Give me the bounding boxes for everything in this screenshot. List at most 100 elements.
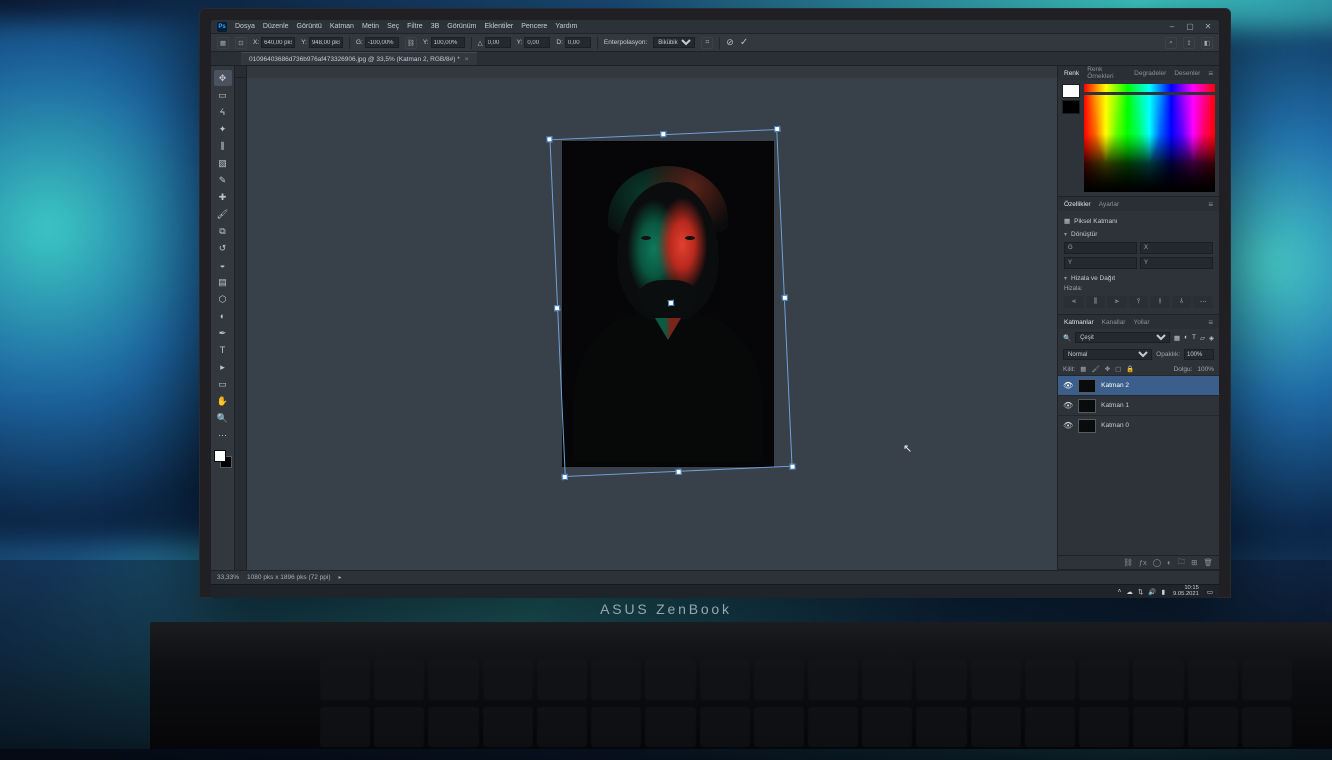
lock-all-icon[interactable]: 🔒 xyxy=(1126,365,1134,373)
layer-thumbnail[interactable] xyxy=(1078,399,1096,413)
link-layers-icon[interactable]: ⛓ xyxy=(1123,558,1133,567)
dodge-tool[interactable]: ◐ xyxy=(214,308,232,324)
lock-position-icon[interactable]: ✥ xyxy=(1105,365,1110,373)
tab-adjustments[interactable]: Ayarlar xyxy=(1099,201,1119,208)
link-wh-icon[interactable]: ⛓ xyxy=(405,37,417,49)
reference-point-icon[interactable]: ⊡ xyxy=(235,37,247,49)
tray-cloud-icon[interactable]: ☁ xyxy=(1126,588,1133,596)
tab-properties[interactable]: Özellikler xyxy=(1064,201,1091,208)
filter-pixel-icon[interactable]: ▦ xyxy=(1174,334,1180,342)
opt-interp-select[interactable]: Bikübik xyxy=(653,37,695,48)
close-tab-icon[interactable]: × xyxy=(465,56,469,63)
tray-volume-icon[interactable]: 🔊 xyxy=(1148,588,1156,596)
tray-battery-icon[interactable]: ▮ xyxy=(1161,588,1165,596)
warp-icon[interactable]: ⌗ xyxy=(701,37,713,49)
shape-tool[interactable]: ▭ xyxy=(214,376,232,392)
align-right-icon[interactable]: ⫸ xyxy=(1107,296,1127,308)
window-maximize[interactable]: ▢ xyxy=(1185,22,1195,32)
blend-mode-select[interactable]: Normal xyxy=(1063,349,1152,360)
opt-h-input[interactable] xyxy=(431,37,465,48)
tray-wifi-icon[interactable]: ⇅ xyxy=(1138,588,1143,596)
cancel-transform-button[interactable]: ⊘ xyxy=(726,37,734,48)
adjustment-layer-icon[interactable]: ◐ xyxy=(1167,558,1172,567)
tab-paths[interactable]: Yollar xyxy=(1133,319,1149,326)
menu-file[interactable]: Dosya xyxy=(235,23,255,30)
brush-tool[interactable]: 🖌 xyxy=(214,206,232,222)
opt-skewh-input[interactable] xyxy=(524,37,550,48)
commit-transform-button[interactable]: ✓ xyxy=(740,37,748,48)
handle-mid-left[interactable] xyxy=(554,305,560,311)
layer-thumbnail[interactable] xyxy=(1078,379,1096,393)
layer-thumbnail[interactable] xyxy=(1078,419,1096,433)
menu-type[interactable]: Metin xyxy=(362,23,379,30)
group-icon[interactable]: 🗀 xyxy=(1178,556,1186,569)
eyedropper-tool[interactable]: ✎ xyxy=(214,172,232,188)
handle-bottom-mid[interactable] xyxy=(676,469,682,475)
ruler-origin[interactable] xyxy=(235,66,247,78)
handle-bottom-left[interactable] xyxy=(562,474,568,480)
hand-tool[interactable]: ✋ xyxy=(214,393,232,409)
type-tool[interactable]: T xyxy=(214,342,232,358)
gradient-tool[interactable]: ▤ xyxy=(214,274,232,290)
align-section-header[interactable]: Hizala ve Dağıt xyxy=(1064,275,1213,282)
visibility-icon[interactable]: 👁 xyxy=(1063,401,1073,410)
menu-edit[interactable]: Düzenle xyxy=(263,23,289,30)
prop-y[interactable]: Y xyxy=(1140,257,1213,269)
panel-foreground-swatch[interactable] xyxy=(1062,84,1080,98)
window-close[interactable]: ✕ xyxy=(1203,22,1213,32)
visibility-icon[interactable]: 👁 xyxy=(1063,381,1073,390)
menu-window[interactable]: Pencere xyxy=(521,23,547,30)
filter-smart-icon[interactable]: ◈ xyxy=(1209,334,1214,342)
blur-tool[interactable]: ⬡ xyxy=(214,291,232,307)
menu-view[interactable]: Görünüm xyxy=(447,23,476,30)
marquee-tool[interactable]: ▭ xyxy=(214,87,232,103)
tray-chevron-icon[interactable]: ˄ xyxy=(1118,588,1122,595)
color-spectrum[interactable] xyxy=(1084,95,1215,192)
align-vcenter-icon[interactable]: ⫲ xyxy=(1150,296,1170,308)
healing-tool[interactable]: ✚ xyxy=(214,189,232,205)
document-tab[interactable]: 01096403686d736b976af473326906.jpg @ 33,… xyxy=(241,52,477,65)
panel-menu-icon[interactable]: ≡ xyxy=(1208,318,1213,327)
align-more-icon[interactable]: ⋯ xyxy=(1193,296,1213,308)
edit-toolbar-icon[interactable]: ⋯ xyxy=(214,427,232,443)
tab-layers[interactable]: Katmanlar xyxy=(1064,319,1094,326)
new-layer-icon[interactable]: ⊞ xyxy=(1191,558,1197,567)
tab-swatches[interactable]: Renk Örnekleri xyxy=(1087,66,1126,80)
opt-x-input[interactable] xyxy=(261,37,295,48)
workspace-icon[interactable]: ◧ xyxy=(1201,37,1213,49)
path-select-tool[interactable]: ▸ xyxy=(214,359,232,375)
opt-w-input[interactable] xyxy=(365,37,399,48)
document-info[interactable]: 1080 pks x 1896 pks (72 ppi) xyxy=(247,574,330,581)
menu-filter[interactable]: Filtre xyxy=(407,23,423,30)
visibility-icon[interactable]: 👁 xyxy=(1063,421,1073,430)
menu-layer[interactable]: Katman xyxy=(330,23,354,30)
transform-tool-icon[interactable]: ▦ xyxy=(217,37,229,49)
clone-tool[interactable]: ⧉ xyxy=(214,223,232,239)
align-bottom-icon[interactable]: ⫰ xyxy=(1172,296,1192,308)
search-icon[interactable]: ⌕ xyxy=(1165,37,1177,49)
tab-color[interactable]: Renk xyxy=(1064,70,1079,77)
panel-menu-icon[interactable]: ≡ xyxy=(1208,69,1213,78)
filter-kind-icon[interactable]: 🔍 xyxy=(1063,334,1071,342)
hue-strip[interactable] xyxy=(1084,84,1215,92)
prop-height[interactable]: Y xyxy=(1064,257,1137,269)
lock-artboard-icon[interactable]: ▢ xyxy=(1115,365,1121,373)
transform-section-header[interactable]: Dönüştür xyxy=(1064,231,1213,238)
opt-angle-input[interactable] xyxy=(485,37,511,48)
align-hcenter-icon[interactable]: ⫼ xyxy=(1086,296,1106,308)
panel-menu-icon[interactable]: ≡ xyxy=(1208,200,1213,209)
tab-gradients[interactable]: Degradeler xyxy=(1134,70,1166,77)
notification-icon[interactable]: ▭ xyxy=(1207,588,1213,596)
handle-top-right[interactable] xyxy=(774,126,780,132)
align-left-icon[interactable]: ⫷ xyxy=(1064,296,1084,308)
move-tool[interactable]: ✥ xyxy=(214,70,232,86)
pen-tool[interactable]: ✒ xyxy=(214,325,232,341)
lasso-tool[interactable]: ᔦ xyxy=(214,104,232,120)
artboard[interactable] xyxy=(563,142,773,466)
align-top-icon[interactable]: ⫯ xyxy=(1129,296,1149,308)
menu-select[interactable]: Seç xyxy=(387,23,399,30)
menu-3d[interactable]: 3B xyxy=(431,23,440,30)
handle-top-mid[interactable] xyxy=(660,131,666,137)
foreground-color-swatch[interactable] xyxy=(214,450,226,462)
opt-skewv-input[interactable] xyxy=(565,37,591,48)
